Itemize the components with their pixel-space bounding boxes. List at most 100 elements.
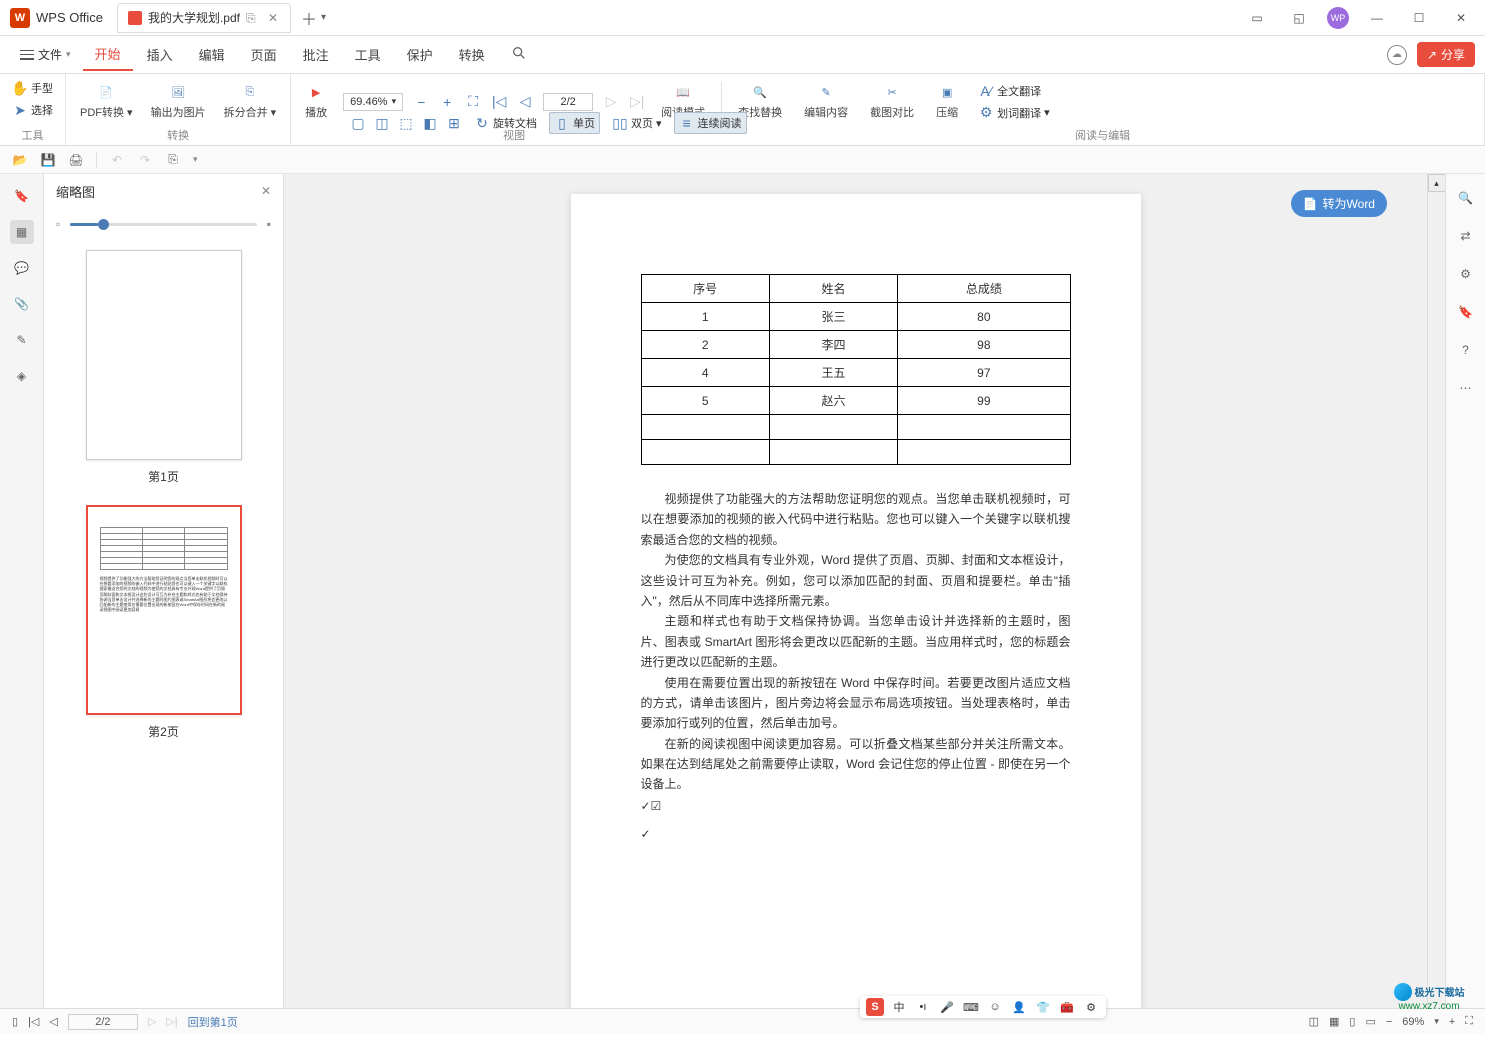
new-tab-button[interactable]: ＋ ▾ — [301, 6, 326, 30]
sb-layout-4-icon[interactable]: ▭ — [1365, 1015, 1375, 1028]
comment-nav-icon[interactable]: 💬 — [10, 256, 34, 280]
right-search-icon[interactable]: 🔍 — [1456, 188, 1476, 208]
user-avatar[interactable]: WP — [1327, 7, 1349, 29]
window-icon[interactable]: ▭ — [1243, 4, 1271, 32]
ime-person-icon[interactable]: 👤 — [1010, 998, 1028, 1016]
menu-annotate[interactable]: 批注 — [291, 39, 341, 70]
zoom-input[interactable]: 69.46%▾ — [343, 93, 403, 111]
right-bookmark-icon[interactable]: 🔖 — [1456, 302, 1476, 322]
share-button[interactable]: ↗ 分享 — [1417, 42, 1475, 67]
thumbnail-page-2[interactable]: 视频提供了功能强大的方法帮助您证明您的观点当您单击联机视频时可以在想要添加的视频… — [44, 505, 283, 740]
export-image-button[interactable]: 🖼输出为图片 — [145, 82, 212, 122]
ime-skin-icon[interactable]: 👕 — [1034, 998, 1052, 1016]
save-icon[interactable]: 💾 — [40, 152, 56, 168]
zoom-in-icon[interactable]: + — [439, 94, 455, 110]
maximize-button[interactable]: ☐ — [1405, 4, 1433, 32]
single-page-button[interactable]: ▯单页 — [549, 112, 600, 134]
ime-settings-icon[interactable]: ⚙ — [1082, 998, 1100, 1016]
menu-edit[interactable]: 编辑 — [187, 39, 237, 70]
view-icon-5[interactable]: ⊞ — [446, 115, 462, 131]
sb-last-icon[interactable]: ▷| — [166, 1015, 177, 1028]
ime-lang[interactable]: 中 — [890, 998, 908, 1016]
sb-next-icon[interactable]: ▷ — [148, 1015, 156, 1028]
sb-fullscreen-icon[interactable]: ⛶ — [1465, 1015, 1473, 1028]
convert-to-word-button[interactable]: 📄 转为Word — [1291, 190, 1387, 217]
scroll-up-button[interactable]: ▴ — [1428, 174, 1446, 192]
view-icon-2[interactable]: ◫ — [374, 115, 390, 131]
split-merge-button[interactable]: ⎘拆分合并 ▾ — [218, 82, 283, 122]
hand-tool[interactable]: ✋手型 — [8, 78, 57, 98]
next-page-icon[interactable]: ▷ — [603, 94, 619, 110]
pdf-convert-button[interactable]: 📄PDF转换 ▾ — [74, 82, 139, 122]
tab-link-icon[interactable]: ⎘ — [246, 11, 260, 25]
select-tool[interactable]: ➤选择 — [8, 100, 57, 120]
document-tab[interactable]: 我的大学规划.pdf ⎘ ✕ — [117, 3, 291, 33]
file-menu[interactable]: 文件 ▾ — [10, 42, 81, 67]
view-icon-4[interactable]: ◧ — [422, 115, 438, 131]
open-icon[interactable]: 📂 — [12, 152, 28, 168]
right-help-icon[interactable]: ? — [1456, 340, 1476, 360]
menu-start[interactable]: 开始 — [83, 38, 133, 71]
sb-layout-3-icon[interactable]: ▯ — [1349, 1015, 1355, 1028]
sb-zoom-out-icon[interactable]: − — [1386, 1016, 1392, 1028]
undo-icon[interactable]: ↶ — [109, 152, 125, 168]
ime-keyboard-icon[interactable]: ⌨ — [962, 998, 980, 1016]
menu-protect[interactable]: 保护 — [395, 39, 445, 70]
sb-zoom-in-icon[interactable]: + — [1449, 1016, 1455, 1028]
right-more-icon[interactable]: ⋯ — [1456, 378, 1476, 398]
menu-tools[interactable]: 工具 — [343, 39, 393, 70]
cloud-icon[interactable]: ☁ — [1387, 45, 1407, 65]
ime-bar[interactable]: S 中 •ı 🎤 ⌨ ☺ 👤 👕 🧰 ⚙ — [860, 996, 1106, 1018]
ime-punct[interactable]: •ı — [914, 998, 932, 1016]
close-button[interactable]: ✕ — [1447, 4, 1475, 32]
first-page-icon[interactable]: |◁ — [491, 94, 507, 110]
thumb-small-icon[interactable]: ▫ — [56, 217, 60, 231]
qa-icon[interactable]: ⎘ — [165, 152, 181, 168]
tab-close-icon[interactable]: ✕ — [266, 11, 280, 25]
sb-layout-2-icon[interactable]: ▦ — [1329, 1015, 1339, 1028]
sb-back-page1[interactable]: 回到第1页 — [188, 1014, 238, 1030]
sb-view-icon[interactable]: ▯ — [12, 1015, 18, 1028]
print-icon[interactable]: 🖨 — [68, 152, 84, 168]
minimize-button[interactable]: — — [1363, 4, 1391, 32]
sb-page-input[interactable]: 2/2 — [68, 1014, 138, 1030]
last-page-icon[interactable]: ▷| — [629, 94, 645, 110]
bookmark-nav-icon[interactable]: 🔖 — [10, 184, 34, 208]
prev-page-icon[interactable]: ◁ — [517, 94, 533, 110]
page-input[interactable]: 2/2 — [543, 93, 593, 111]
cube-icon[interactable]: ◱ — [1285, 4, 1313, 32]
word-translate-button[interactable]: ⚙划词翻译 ▾ — [974, 103, 1054, 123]
sb-prev-icon[interactable]: ◁ — [49, 1015, 57, 1028]
menu-insert[interactable]: 插入 — [135, 39, 185, 70]
attachment-nav-icon[interactable]: 📎 — [10, 292, 34, 316]
screenshot-compare-button[interactable]: ✂截图对比 — [864, 82, 920, 122]
compress-button[interactable]: ▣压缩 — [930, 82, 964, 122]
redo-icon[interactable]: ↷ — [137, 152, 153, 168]
menu-convert[interactable]: 转换 — [447, 39, 497, 70]
layers-nav-icon[interactable]: ◈ — [10, 364, 34, 388]
play-button[interactable]: ▶播放 — [299, 82, 333, 122]
fit-width-icon[interactable]: ⛶ — [465, 94, 481, 110]
double-page-button[interactable]: ▯▯双页 ▾ — [608, 113, 666, 133]
zoom-out-icon[interactable]: − — [413, 94, 429, 110]
thumbnail-page-1[interactable]: 第1页 — [44, 250, 283, 485]
view-icon-1[interactable]: ▢ — [350, 115, 366, 131]
rotate-button[interactable]: ↻旋转文档 — [470, 113, 541, 133]
right-translate-icon[interactable]: ⇄ — [1456, 226, 1476, 246]
thumbnail-nav-icon[interactable]: ▦ — [10, 220, 34, 244]
menu-page[interactable]: 页面 — [239, 39, 289, 70]
edit-content-button[interactable]: ✎编辑内容 — [798, 82, 854, 122]
thumb-large-icon[interactable]: ▪ — [267, 217, 271, 231]
thumbnail-size-slider[interactable] — [70, 223, 256, 226]
document-area[interactable]: 📄 转为Word 序号 姓名 总成绩 1张三80 2李四98 4王五97 5赵六… — [284, 174, 1427, 1008]
ime-logo-icon[interactable]: S — [866, 998, 884, 1016]
view-icon-3[interactable]: ⬚ — [398, 115, 414, 131]
close-panel-icon[interactable]: ✕ — [261, 184, 271, 198]
right-settings-icon[interactable]: ⚙ — [1456, 264, 1476, 284]
signature-nav-icon[interactable]: ✎ — [10, 328, 34, 352]
ime-toolbox-icon[interactable]: 🧰 — [1058, 998, 1076, 1016]
sb-first-icon[interactable]: |◁ — [28, 1015, 39, 1028]
continuous-button[interactable]: ≡连续阅读 — [674, 112, 747, 134]
sb-layout-1-icon[interactable]: ◫ — [1309, 1015, 1319, 1028]
menu-search-icon[interactable] — [499, 39, 539, 70]
